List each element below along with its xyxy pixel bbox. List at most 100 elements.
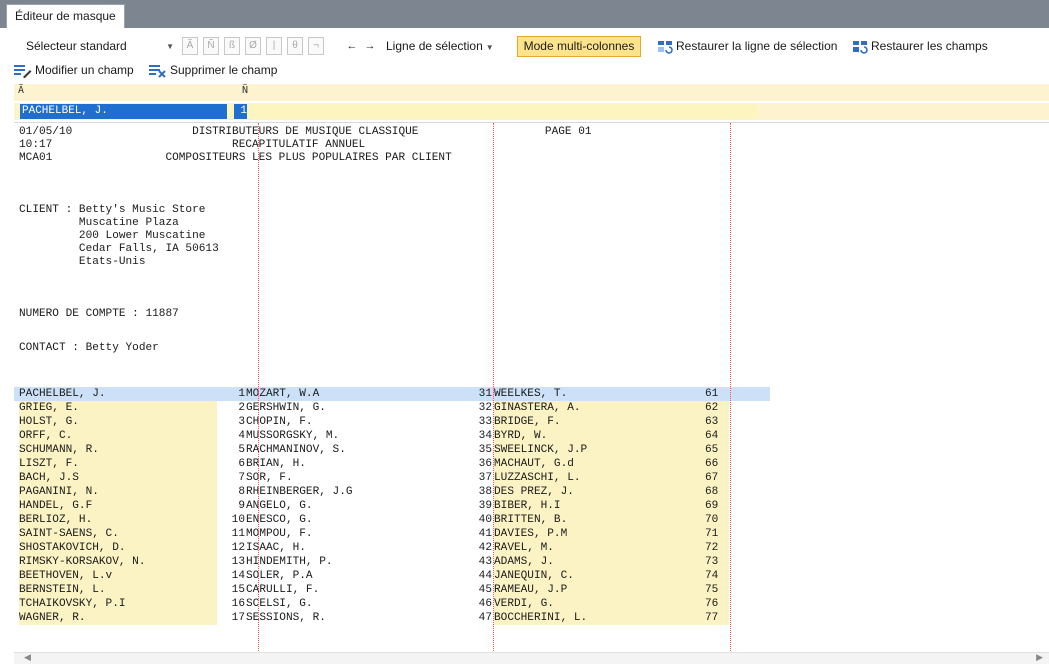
scroll-left-icon[interactable]: ◀ bbox=[24, 652, 31, 663]
composer-col3: SWEELINCK, J.P bbox=[494, 443, 714, 457]
column-separator-3[interactable] bbox=[730, 123, 731, 652]
table-row[interactable]: »BERNSTEIN, L.15CARULLI, F.45RAMEAU, J.P… bbox=[14, 583, 1049, 597]
rank-col2: 38 bbox=[478, 486, 492, 498]
char-button-a-tilde[interactable]: Ã bbox=[182, 37, 198, 55]
rank-col2: 31 bbox=[478, 388, 492, 400]
rank-col2: 34 bbox=[478, 430, 492, 442]
column-header-1[interactable]: Ã bbox=[18, 85, 24, 96]
composer-col3: ADAMS, J. bbox=[494, 555, 714, 569]
nav-right-arrow-icon[interactable]: → bbox=[363, 37, 377, 55]
table-row[interactable]: »GRIEG, E.2GERSHWIN, G.32GINASTERA, A.62 bbox=[14, 401, 1049, 415]
column-separator-1[interactable] bbox=[258, 123, 259, 652]
rank-col2: 46 bbox=[478, 598, 492, 610]
chevron-down-icon: ▼ bbox=[166, 42, 174, 51]
field-sample-name[interactable]: PACHELBEL, J. bbox=[20, 104, 227, 119]
char-button-eszett[interactable]: ß bbox=[224, 37, 240, 55]
composer-col2: HINDEMITH, P. bbox=[246, 556, 333, 568]
rank-col2: 45 bbox=[478, 584, 492, 596]
chevron-down-icon: ▼ bbox=[485, 43, 494, 52]
column-header-2[interactable]: Ñ bbox=[242, 85, 248, 96]
composer-col3: BRIDGE, F. bbox=[494, 415, 714, 429]
restore-fields-label: Restaurer les champs bbox=[871, 39, 988, 53]
rank-col3: 75 bbox=[705, 583, 729, 597]
rank-col1: 16 bbox=[231, 598, 245, 610]
rank-col3: 66 bbox=[705, 457, 729, 471]
rank-col1: 5 bbox=[238, 444, 245, 456]
table-row[interactable]: »BEETHOVEN, L.v14SOLER, P.A44JANEQUIN, C… bbox=[14, 569, 1049, 583]
char-button-pipe[interactable]: | bbox=[266, 37, 282, 55]
selector-dropdown[interactable]: Sélecteur standard ▼ bbox=[18, 37, 178, 56]
nav-left-arrow-icon[interactable]: ← bbox=[345, 37, 359, 55]
composer-col1: ORFF, C. bbox=[19, 429, 217, 443]
table-row[interactable]: »SAINT-SAENS, C.11MOMPOU, F.41DAVIES, P.… bbox=[14, 527, 1049, 541]
delete-field-button[interactable]: Supprimer le champ bbox=[149, 61, 277, 80]
composer-col1: HANDEL, G.F bbox=[19, 499, 217, 513]
rank-col2: 36 bbox=[478, 458, 492, 470]
rank-col1: 10 bbox=[231, 514, 245, 526]
rank-col1: 9 bbox=[238, 500, 245, 512]
edit-field-button[interactable]: Modifier un champ bbox=[14, 61, 134, 80]
table-row[interactable]: »RIMSKY-KORSAKOV, N.13HINDEMITH, P.43ADA… bbox=[14, 555, 1049, 569]
rank-col3: 71 bbox=[705, 527, 729, 541]
field-column-headers: Ã Ñ bbox=[14, 84, 1049, 101]
table-row[interactable]: »HOLST, G.3CHOPIN, F.33BRIDGE, F.63 bbox=[14, 415, 1049, 429]
field-sample-number[interactable]: 1 bbox=[234, 104, 247, 119]
report-viewer[interactable]: 01/05/10 DISTRIBUTEURS DE MUSIQUE CLASSI… bbox=[14, 122, 1049, 652]
field-definition-row: PACHELBEL, J. 1 bbox=[14, 103, 1049, 120]
table-row[interactable]: »ORFF, C.4MUSSORGSKY, M.34BYRD, W.64 bbox=[14, 429, 1049, 443]
rank-col1: 6 bbox=[238, 458, 245, 470]
rank-col2: 35 bbox=[478, 444, 492, 456]
composer-col2: MOZART, W.A bbox=[246, 388, 320, 400]
restore-fields-button[interactable]: Restaurer les champs bbox=[852, 37, 988, 56]
table-row[interactable]: »PACHELBEL, J.1MOZART, W.A31WEELKES, T.6… bbox=[14, 387, 770, 401]
composer-col1: LISZT, F. bbox=[19, 457, 217, 471]
composer-col3: BIBER, H.I bbox=[494, 499, 714, 513]
rank-col3: 63 bbox=[705, 415, 729, 429]
char-button-not[interactable]: ¬ bbox=[308, 37, 324, 55]
char-button-o-slash[interactable]: Ø bbox=[245, 37, 261, 55]
table-row[interactable]: »PAGANINI, N.8RHEINBERGER, J.G38DES PREZ… bbox=[14, 485, 1049, 499]
rank-col1: 7 bbox=[238, 472, 245, 484]
composer-col3: WEELKES, T. bbox=[494, 388, 568, 400]
column-separator-2[interactable] bbox=[493, 123, 494, 652]
edit-field-icon bbox=[14, 64, 32, 79]
composer-col2: MOMPOU, F. bbox=[246, 528, 313, 540]
multi-column-mode-button[interactable]: Mode multi-colonnes bbox=[517, 36, 641, 57]
rank-col1: 11 bbox=[231, 528, 245, 540]
rank-col2: 39 bbox=[478, 500, 492, 512]
composer-col1: BEETHOVEN, L.v bbox=[19, 569, 217, 583]
composer-col2: GERSHWIN, G. bbox=[246, 402, 326, 414]
rank-col3: 64 bbox=[705, 429, 729, 443]
rank-col2: 47 bbox=[478, 612, 492, 624]
composer-col1: SHOSTAKOVICH, D. bbox=[19, 541, 217, 555]
delete-field-label: Supprimer le champ bbox=[170, 63, 278, 77]
horizontal-scrollbar[interactable]: ◀ ▶ bbox=[14, 652, 1049, 664]
scroll-right-icon[interactable]: ▶ bbox=[1036, 652, 1043, 663]
composer-col2: SCELSI, G. bbox=[246, 598, 313, 610]
line-selection-dropdown[interactable]: Ligne de sélection ▼ bbox=[386, 37, 494, 56]
rank-col1: 1 bbox=[238, 388, 245, 400]
table-row[interactable]: »BACH, J.S7SOR, F.37LUZZASCHI, L.67 bbox=[14, 471, 1049, 485]
rank-col1: 15 bbox=[231, 584, 245, 596]
rank-col3: 61 bbox=[705, 388, 719, 400]
table-row[interactable]: »LISZT, F.6BRIAN, H.36MACHAUT, G.d66 bbox=[14, 457, 1049, 471]
composer-col1: RIMSKY-KORSAKOV, N. bbox=[19, 555, 217, 569]
table-row[interactable]: »WAGNER, R.17SESSIONS, R.47BOCCHERINI, L… bbox=[14, 611, 1049, 625]
toolbar-main: Sélecteur standard ▼ Ã Ñ ß Ø | θ ¬ ← → L… bbox=[0, 34, 1049, 58]
restore-line-button[interactable]: Restaurer la ligne de sélection bbox=[657, 37, 837, 56]
composer-col2: ENESCO, G. bbox=[246, 514, 313, 526]
rank-col3: 69 bbox=[705, 499, 729, 513]
table-row[interactable]: »SHOSTAKOVICH, D.12ISAAC, H.42RAVEL, M.7… bbox=[14, 541, 1049, 555]
composer-col3: MACHAUT, G.d bbox=[494, 457, 714, 471]
composer-col3: JANEQUIN, C. bbox=[494, 569, 714, 583]
table-row[interactable]: »TCHAIKOVSKY, P.I16SCELSI, G.46VERDI, G.… bbox=[14, 597, 1049, 611]
char-button-theta[interactable]: θ bbox=[287, 37, 303, 55]
composer-col3: VERDI, G. bbox=[494, 597, 714, 611]
composer-col1: HOLST, G. bbox=[19, 415, 217, 429]
table-row[interactable]: »HANDEL, G.F9ANGELO, G.39BIBER, H.I69 bbox=[14, 499, 1049, 513]
char-button-n-tilde[interactable]: Ñ bbox=[203, 37, 219, 55]
tab-mask-editor[interactable]: Éditeur de masque bbox=[6, 4, 125, 28]
table-row[interactable]: »BERLIOZ, H.10ENESCO, G.40BRITTEN, B.70 bbox=[14, 513, 1049, 527]
table-row[interactable]: »SCHUMANN, R.5RACHMANINOV, S.35SWEELINCK… bbox=[14, 443, 1049, 457]
composer-col1: BERLIOZ, H. bbox=[19, 513, 217, 527]
